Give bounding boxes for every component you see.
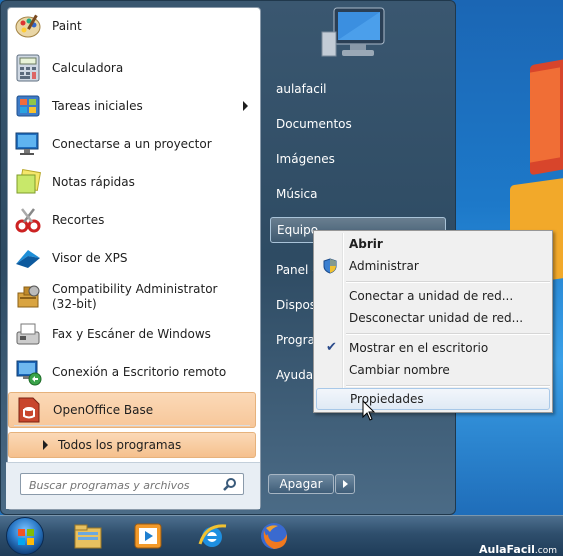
program-label: Tareas iniciales: [52, 98, 143, 113]
program-proyector[interactable]: Conectarse a un proyector: [8, 126, 256, 162]
compatibility-admin-icon: [12, 281, 44, 313]
watermark-brand-suffix: .com: [534, 546, 557, 556]
program-label-group: Compatibility Administrator (32-bit): [52, 282, 217, 312]
paint-icon: [12, 10, 44, 42]
menu-item-label: Cambiar nombre: [349, 363, 450, 377]
menu-item-label: Administrar: [349, 259, 419, 273]
search-area: [6, 462, 260, 509]
program-label-sub: (32-bit): [52, 297, 97, 311]
context-menu: Abrir Administrar Conectar a unidad de r…: [313, 230, 553, 413]
program-xps[interactable]: Visor de XPS: [8, 240, 256, 276]
all-programs-button[interactable]: Todos los programas: [8, 432, 256, 458]
program-openoffice-base[interactable]: OpenOffice Base: [8, 392, 256, 428]
program-notas[interactable]: Notas rápidas: [8, 164, 256, 200]
program-compatibility-admin[interactable]: Compatibility Administrator (32-bit): [8, 278, 256, 316]
snipping-tool-icon: [12, 204, 44, 236]
program-label: Fax y Escáner de Windows: [52, 326, 211, 341]
program-label: Notas rápidas: [52, 174, 135, 189]
shutdown-label: Apagar: [279, 477, 323, 491]
menu-item-conectar-unidad[interactable]: Conectar a unidad de red...: [316, 285, 550, 307]
checkmark-icon: ✔: [326, 340, 337, 355]
remote-desktop-icon: [12, 356, 44, 388]
program-label: Visor de XPS: [52, 250, 128, 265]
arrow-right-icon: [43, 440, 48, 450]
menu-separator: [346, 281, 550, 283]
right-item-label: Documentos: [276, 117, 352, 131]
xps-viewer-icon: [12, 242, 44, 274]
right-item-label: aulafacil: [276, 82, 327, 96]
menu-item-propiedades[interactable]: Propiedades: [316, 388, 550, 410]
mouse-cursor-icon: [362, 400, 376, 421]
program-label: Recortes: [52, 212, 105, 227]
sticky-notes-icon: [12, 166, 44, 198]
menu-separator: [346, 385, 550, 387]
menu-item-desconectar-unidad[interactable]: Desconectar unidad de red...: [316, 307, 550, 329]
right-item-aulafacil[interactable]: aulafacil: [270, 76, 446, 102]
program-recortes[interactable]: Recortes: [8, 202, 256, 238]
windows-flag-icon: [18, 529, 34, 545]
program-fax-escaner[interactable]: Fax y Escáner de Windows: [8, 316, 256, 352]
explorer-icon[interactable]: [72, 520, 104, 552]
watermark-brand-name: AulaFacil: [479, 543, 535, 556]
program-label: Conectarse a un proyector: [52, 136, 212, 151]
program-label: Calculadora: [52, 60, 124, 75]
menu-item-administrar[interactable]: Administrar: [316, 255, 550, 277]
search-icon[interactable]: [223, 477, 237, 491]
program-escritorio-remoto[interactable]: Conexión a Escritorio remoto: [8, 354, 256, 390]
menu-item-mostrar-escritorio[interactable]: ✔ Mostrar en el escritorio: [316, 337, 550, 359]
firefox-icon[interactable]: [258, 520, 290, 552]
projector-icon: [12, 128, 44, 160]
program-paint[interactable]: Paint: [8, 8, 256, 44]
openoffice-base-icon: [13, 394, 45, 426]
menu-item-cambiar-nombre[interactable]: Cambiar nombre: [316, 359, 550, 381]
media-player-icon[interactable]: [132, 520, 164, 552]
program-label: OpenOffice Base: [53, 402, 154, 417]
search-input[interactable]: [27, 475, 221, 495]
right-item-documentos[interactable]: Documentos: [270, 111, 446, 137]
computer-user-picture[interactable]: [320, 6, 386, 60]
start-button[interactable]: [6, 517, 44, 555]
program-tareas-iniciales[interactable]: Tareas iniciales: [8, 88, 256, 124]
submenu-arrow-icon: [243, 101, 248, 111]
menu-item-label: Mostrar en el escritorio: [349, 341, 489, 355]
taskbar: AulaFacil.com: [0, 515, 563, 556]
watermark-brand: AulaFacil.com: [479, 543, 557, 556]
all-programs-label: Todos los programas: [58, 438, 182, 452]
calculator-icon: [12, 52, 44, 84]
menu-item-label: Conectar a unidad de red...: [349, 289, 514, 303]
fax-scan-icon: [12, 318, 44, 350]
program-label: Paint: [52, 18, 82, 33]
right-item-musica[interactable]: Música: [270, 181, 446, 207]
internet-explorer-icon[interactable]: [196, 520, 228, 552]
program-label: Compatibility Administrator: [52, 282, 218, 296]
programs-separator: [14, 425, 250, 426]
menu-item-label: Abrir: [349, 237, 383, 251]
right-item-label: Equipo: [277, 223, 319, 237]
menu-separator: [346, 333, 550, 335]
shutdown-options-button[interactable]: [335, 474, 355, 494]
right-item-label: Música: [276, 187, 318, 201]
program-label: Conexión a Escritorio remoto: [52, 364, 227, 379]
shield-icon: [323, 258, 337, 274]
menu-item-label: Desconectar unidad de red...: [349, 311, 524, 325]
search-box[interactable]: [20, 473, 244, 495]
program-calculadora[interactable]: Calculadora: [8, 50, 256, 86]
right-item-label: Imágenes: [276, 152, 335, 166]
shutdown-button[interactable]: Apagar: [268, 474, 334, 494]
getting-started-icon: [12, 90, 44, 122]
menu-item-abrir[interactable]: Abrir: [316, 233, 550, 255]
right-item-imagenes[interactable]: Imágenes: [270, 146, 446, 172]
